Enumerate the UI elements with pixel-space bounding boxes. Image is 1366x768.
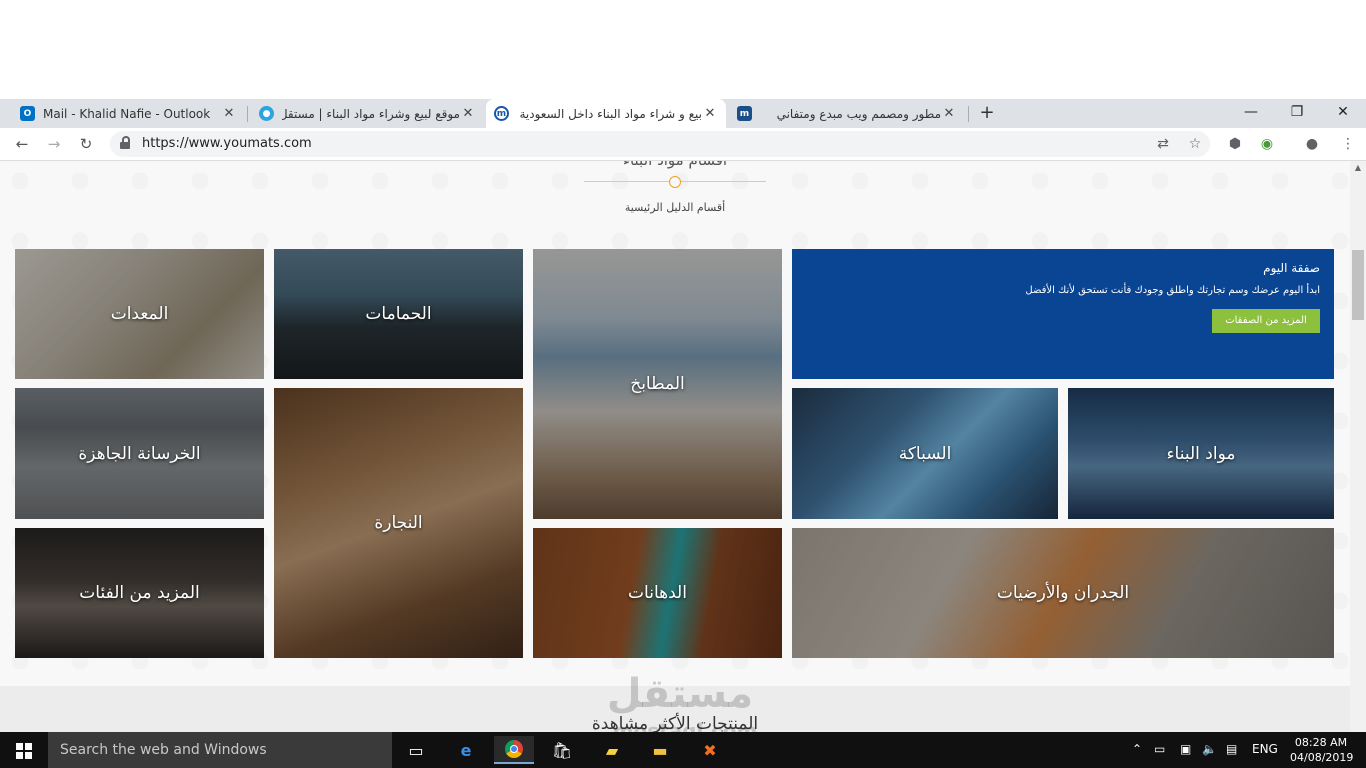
category-tile-equipment[interactable]: المعدات <box>15 249 264 379</box>
windows-logo-pane <box>16 752 23 759</box>
search-placeholder: Search the web and Windows <box>60 742 267 758</box>
tab-outlook[interactable]: O Mail - Khalid Nafie - Outlook ✕ <box>12 99 245 128</box>
scrollbar-thumb[interactable] <box>1352 250 1364 320</box>
category-tile-more-categories[interactable]: المزيد من الفئات <box>15 528 264 658</box>
section-subtitle: أقسام الدليل الرئيسية <box>624 201 726 214</box>
tray-device-icon[interactable]: ▭ <box>1154 742 1165 756</box>
back-arrow-icon[interactable]: ← <box>12 134 32 154</box>
close-tab-icon[interactable]: ✕ <box>941 106 957 121</box>
address-bar[interactable]: https://www.youmats.com ⇄ ☆ <box>110 131 1210 157</box>
browser-toolbar: ← → ↻ https://www.youmats.com ⇄ ☆ ⬢ ◉ ● … <box>0 128 1366 161</box>
windows-logo-pane <box>25 743 32 750</box>
category-label: المطابخ <box>630 374 685 394</box>
tab-mostaql[interactable]: ● موقع لبيع وشراء مواد البناء | مستقل ✕ <box>251 99 484 128</box>
sticky-notes-icon[interactable]: ▰ <box>592 736 632 764</box>
tab-title: Mail - Khalid Nafie - Outlook <box>43 106 211 121</box>
category-label: المعدات <box>110 304 169 324</box>
language-indicator[interactable]: ENG <box>1252 742 1278 756</box>
windows-taskbar: Search the web and Windows ▭ e 🛍 ▰ ▬ ✖ ⌃… <box>0 732 1366 768</box>
profile-avatar-icon[interactable]: ● <box>1302 134 1322 154</box>
store-icon[interactable]: 🛍 <box>542 736 582 764</box>
close-tab-icon[interactable]: ✕ <box>221 106 237 121</box>
close-window-button[interactable]: ✕ <box>1320 99 1366 125</box>
category-tile-plumbing[interactable]: السباكة <box>792 388 1058 519</box>
category-tile-bathrooms[interactable]: الحمامات <box>274 249 523 379</box>
mostaql-icon: ● <box>259 106 274 121</box>
tab-title: بيع و شراء مواد البناء داخل السعودية <box>519 106 702 121</box>
category-label: مواد البناء <box>1166 443 1236 464</box>
windows-logo-icon <box>16 743 23 750</box>
network-icon[interactable]: ▣ <box>1180 742 1191 756</box>
scrollbar-track[interactable] <box>1350 161 1366 732</box>
chrome-icon[interactable] <box>494 736 534 764</box>
tab-title: موقع لبيع وشراء مواد البناء | مستقل <box>282 106 460 121</box>
category-tile-concrete[interactable]: الخرسانة الجاهزة <box>15 388 264 519</box>
mostaql-m-icon: m <box>737 106 752 121</box>
most-viewed-title: المنتجات الأكثر مشاهدة <box>591 714 759 732</box>
category-label: الدهانات <box>628 583 687 603</box>
maximize-button[interactable]: ❐ <box>1274 99 1320 125</box>
extension-globe-icon[interactable]: ◉ <box>1257 134 1277 154</box>
taskbar-search-box[interactable]: Search the web and Windows <box>48 732 392 768</box>
deal-of-day-box: صفقة اليوم ابدأ اليوم عرضك وسم تجارتك وا… <box>792 249 1334 379</box>
bookmark-star-icon[interactable]: ☆ <box>1186 135 1204 153</box>
tab-separator <box>247 106 248 122</box>
close-tab-icon[interactable]: ✕ <box>702 106 718 121</box>
reload-icon[interactable]: ↻ <box>76 134 96 154</box>
lock-icon <box>120 136 130 149</box>
taskbar-clock[interactable]: 08:28 AM 04/08/2019 <box>1290 735 1354 765</box>
tab-youmats[interactable]: m بيع و شراء مواد البناء داخل السعودية ✕ <box>486 99 726 128</box>
xampp-icon[interactable]: ✖ <box>690 736 730 764</box>
category-tile-walls-floors[interactable]: الجدران والأرضيات <box>792 528 1334 658</box>
extension-cube-icon[interactable]: ⬢ <box>1225 134 1245 154</box>
deal-text: ابدأ اليوم عرضك وسم تجارتك واطلق وجودك ف… <box>1025 285 1320 296</box>
divider-dot-icon <box>669 176 681 188</box>
minimize-button[interactable]: — <box>1228 99 1274 125</box>
volume-icon[interactable]: 🔈 <box>1202 742 1217 756</box>
edge-browser-icon[interactable]: e <box>446 736 486 764</box>
category-tile-building-materials[interactable]: مواد البناء <box>1068 388 1334 519</box>
yourmats-icon: m <box>494 106 509 121</box>
category-label: السباكة <box>898 443 952 464</box>
category-label: الخرسانة الجاهزة <box>78 443 201 464</box>
scroll-up-arrow-icon[interactable]: ▲ <box>1350 161 1366 175</box>
windows-logo-pane <box>25 752 32 759</box>
tray-chevron-up-icon[interactable]: ⌃ <box>1132 742 1142 756</box>
category-label: الجدران والأرضيات <box>996 583 1130 603</box>
web-page: أقسام مواد البناء أقسام الدليل الرئيسية … <box>0 161 1350 732</box>
tab-strip: O Mail - Khalid Nafie - Outlook ✕ ● موقع… <box>0 99 1366 128</box>
more-deals-button[interactable]: المزيد من الصفقات <box>1212 309 1320 333</box>
category-tile-paints[interactable]: الدهانات <box>533 528 782 658</box>
forward-arrow-icon[interactable]: → <box>44 134 64 154</box>
clock-time: 08:28 AM <box>1294 736 1348 749</box>
windows-start-button[interactable] <box>0 732 48 768</box>
outlook-icon: O <box>20 106 35 121</box>
action-center-icon[interactable]: ▤ <box>1226 742 1237 756</box>
new-tab-button[interactable]: + <box>977 103 997 123</box>
mostaql-watermark: مستقل <box>606 671 754 717</box>
tab-separator <box>968 106 969 122</box>
url-text[interactable]: https://www.youmats.com <box>142 136 312 151</box>
deal-heading: صفقة اليوم <box>1263 261 1320 275</box>
category-label: الحمامات <box>365 304 432 324</box>
category-tile-kitchens[interactable]: المطابخ <box>533 249 782 519</box>
category-label: النجارة <box>374 513 423 533</box>
section-title: أقسام مواد البناء <box>540 161 810 169</box>
file-explorer-icon[interactable]: ▬ <box>640 736 680 764</box>
clock-date: 04/08/2019 <box>1290 751 1354 764</box>
category-label: المزيد من الفئات <box>79 583 200 603</box>
translate-icon[interactable]: ⇄ <box>1154 135 1172 153</box>
chrome-logo <box>505 740 523 758</box>
tab-title: مطور ومصمم ويب مبدع ومتفاني <box>776 106 941 121</box>
task-view-icon[interactable]: ▭ <box>396 736 436 764</box>
menu-dots-icon[interactable]: ⋮ <box>1338 134 1358 154</box>
close-tab-icon[interactable]: ✕ <box>460 106 476 121</box>
category-tile-carpentry[interactable]: النجارة <box>274 388 523 658</box>
tab-mostaql-profile[interactable]: m مطور ومصمم ويب مبدع ومتفاني ✕ <box>729 99 965 128</box>
